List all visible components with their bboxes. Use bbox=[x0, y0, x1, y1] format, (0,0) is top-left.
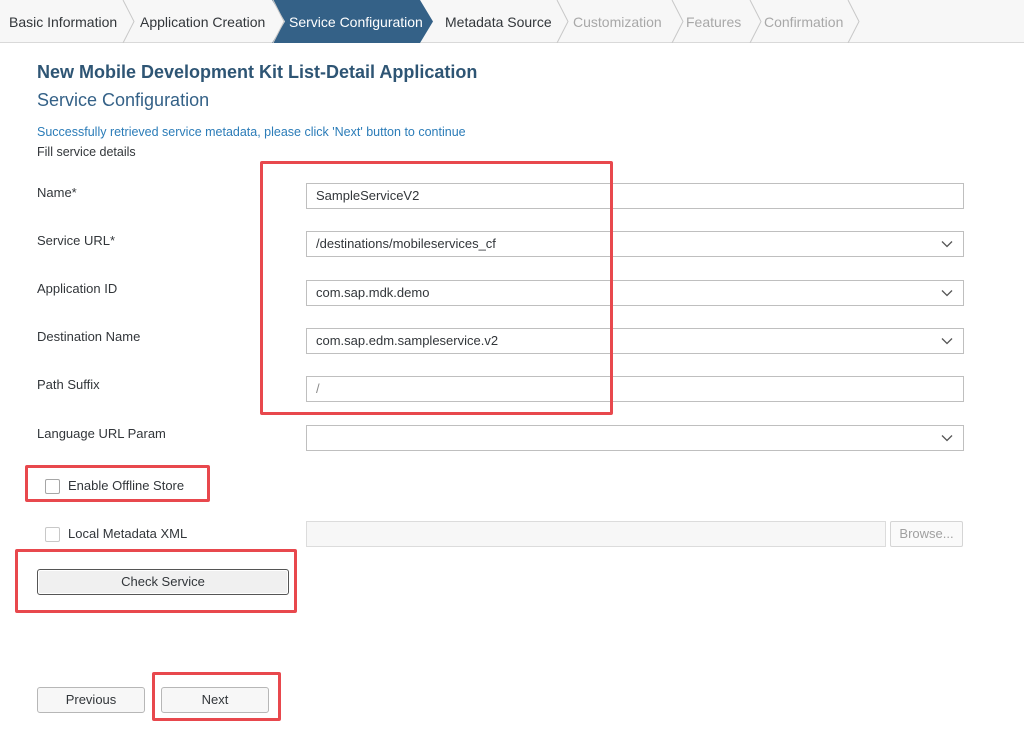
application-id-value: com.sap.mdk.demo bbox=[316, 285, 430, 300]
step-separator bbox=[122, 0, 135, 43]
wizard-step-features: Features bbox=[686, 14, 742, 30]
name-input[interactable]: SampleServiceV2 bbox=[306, 183, 964, 209]
wizard-step-basic-information[interactable]: Basic Information bbox=[9, 0, 117, 43]
enable-offline-store-checkbox[interactable] bbox=[45, 479, 60, 494]
form-instructions: Fill service details bbox=[37, 145, 136, 159]
wizard-breadcrumb: Basic Information Application Creation S… bbox=[0, 0, 1024, 43]
local-metadata-xml-label[interactable]: Local Metadata XML bbox=[68, 526, 187, 541]
check-service-button[interactable]: Check Service bbox=[37, 569, 289, 595]
success-message: Successfully retrieved service metadata,… bbox=[37, 125, 466, 139]
browse-button[interactable]: Browse... bbox=[890, 521, 963, 547]
wizard-step-confirmation: Confirmation bbox=[764, 14, 844, 30]
chevron-down-icon[interactable] bbox=[941, 239, 953, 249]
destination-name-value: com.sap.edm.sampleservice.v2 bbox=[316, 333, 499, 348]
next-button[interactable]: Next bbox=[161, 687, 269, 713]
application-id-select[interactable]: com.sap.mdk.demo bbox=[306, 280, 964, 306]
chevron-down-icon[interactable] bbox=[941, 288, 953, 298]
service-url-label: Service URL* bbox=[37, 233, 116, 248]
service-url-select[interactable]: /destinations/mobileservices_cf bbox=[306, 231, 964, 257]
page-subtitle: Service Configuration bbox=[37, 90, 210, 110]
wizard-step-customization: Customization bbox=[573, 14, 662, 30]
destination-name-select[interactable]: com.sap.edm.sampleservice.v2 bbox=[306, 328, 964, 354]
language-url-param-select[interactable] bbox=[306, 425, 964, 451]
step-separator bbox=[847, 0, 860, 43]
wizard-step-metadata-source[interactable]: Metadata Source bbox=[445, 0, 552, 43]
previous-button[interactable]: Previous bbox=[37, 687, 145, 713]
chevron-down-icon[interactable] bbox=[941, 336, 953, 346]
name-value: SampleServiceV2 bbox=[316, 188, 420, 203]
local-metadata-xml-file-input bbox=[306, 521, 886, 547]
path-suffix-placeholder: / bbox=[316, 381, 320, 396]
step-separator bbox=[749, 0, 762, 43]
service-url-value: /destinations/mobileservices_cf bbox=[316, 236, 496, 251]
enable-offline-store-label[interactable]: Enable Offline Store bbox=[68, 478, 184, 493]
local-metadata-xml-checkbox[interactable] bbox=[45, 527, 60, 542]
destination-name-label: Destination Name bbox=[37, 329, 141, 344]
step-separator bbox=[556, 0, 569, 43]
application-id-label: Application ID bbox=[37, 281, 118, 296]
page-title: New Mobile Development Kit List-Detail A… bbox=[37, 62, 478, 82]
wizard-step-application-creation[interactable]: Application Creation bbox=[140, 0, 265, 43]
path-suffix-label: Path Suffix bbox=[37, 377, 100, 392]
name-label: Name* bbox=[37, 185, 77, 200]
step-separator bbox=[671, 0, 684, 43]
path-suffix-input[interactable]: / bbox=[306, 376, 964, 402]
chevron-down-icon[interactable] bbox=[941, 433, 953, 443]
language-url-param-label: Language URL Param bbox=[37, 426, 166, 441]
wizard-step-service-configuration[interactable]: Service Configuration bbox=[289, 0, 423, 43]
